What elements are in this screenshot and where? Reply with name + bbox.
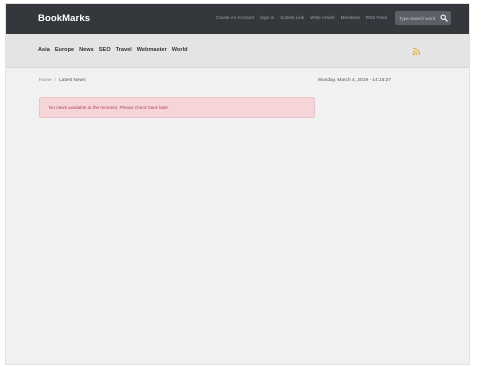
rss-icon[interactable] <box>412 47 421 56</box>
nav-write-article[interactable]: Write Article <box>310 15 334 20</box>
category-asia[interactable]: Asia <box>38 47 50 53</box>
breadcrumb-home[interactable]: Home <box>39 78 52 83</box>
breadcrumb-separator: / <box>54 78 57 83</box>
breadcrumb-current: Latest News <box>59 78 86 83</box>
category-bar: Asia Europe News SEO Travel Webmaster Wo… <box>6 34 469 68</box>
category-nav: Asia Europe News SEO Travel Webmaster Wo… <box>38 47 188 53</box>
search-input[interactable] <box>399 15 439 21</box>
alert-message: No news available at the moment. Please … <box>49 105 170 110</box>
top-navbar: BookMarks Create An Account Sign In Subm… <box>6 4 469 34</box>
current-datetime: Monday, March 4, 2019 - 14:15:27 <box>318 78 391 83</box>
brand-logo[interactable]: BookMarks <box>38 13 90 24</box>
category-news[interactable]: News <box>79 47 94 53</box>
category-world[interactable]: World <box>172 47 188 53</box>
search-icon[interactable] <box>440 14 448 22</box>
category-europe[interactable]: Europe <box>55 47 74 53</box>
category-travel[interactable]: Travel <box>116 47 132 53</box>
nav-rss-feed[interactable]: RSS Feed <box>366 15 387 20</box>
search-box <box>395 11 451 25</box>
no-news-alert: No news available at the moment. Please … <box>39 97 315 118</box>
page: BookMarks Create An Account Sign In Subm… <box>5 3 470 365</box>
category-seo[interactable]: SEO <box>99 47 111 53</box>
breadcrumb: Home / Latest News <box>39 78 86 83</box>
nav-sign-in[interactable]: Sign In <box>260 15 274 20</box>
category-webmaster[interactable]: Webmaster <box>137 47 167 53</box>
nav-submit-link[interactable]: Submit Link <box>280 15 304 20</box>
nav-create-account[interactable]: Create An Account <box>216 15 254 20</box>
nav-members[interactable]: Members <box>341 15 360 20</box>
top-nav: Create An Account Sign In Submit Link Wr… <box>216 15 387 20</box>
